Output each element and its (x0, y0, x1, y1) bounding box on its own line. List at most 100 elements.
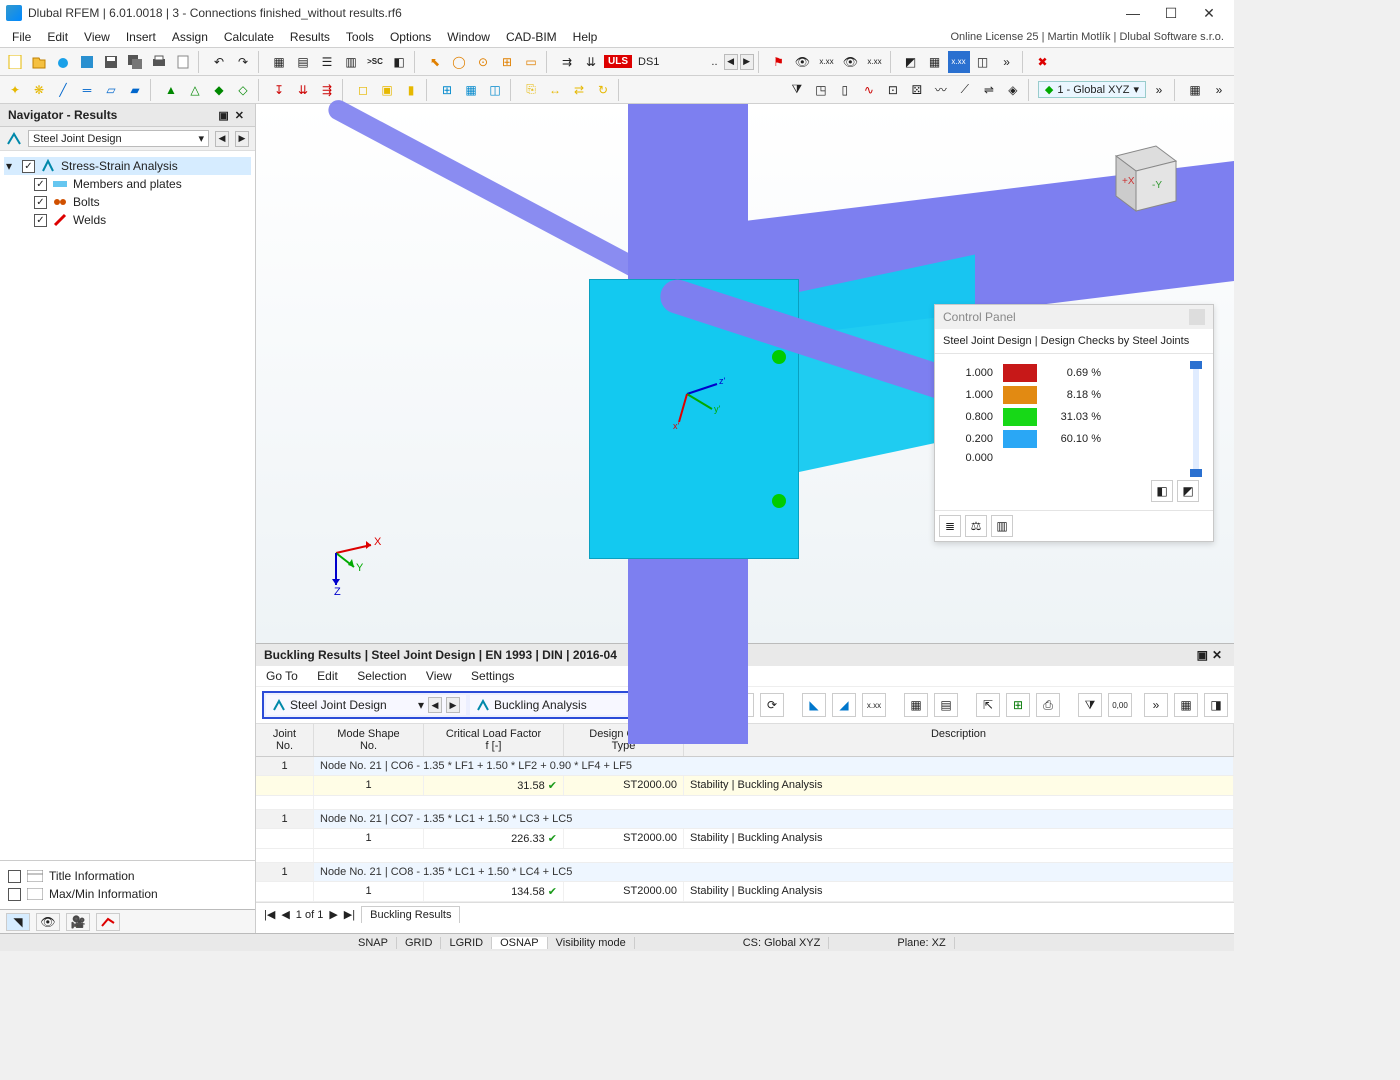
results-menu-goto[interactable]: Go To (266, 669, 298, 683)
diagram2-icon[interactable]: ⊡ (882, 79, 904, 101)
results-menu-settings[interactable]: Settings (471, 669, 514, 683)
status-visibility[interactable]: Visibility mode (548, 937, 635, 949)
equals-icon[interactable]: ⇌ (978, 79, 1000, 101)
tree-item-bolts[interactable]: Bolts (4, 193, 251, 211)
tree-check-members[interactable] (34, 178, 47, 191)
tb-export-icon[interactable]: ⇱ (976, 693, 1000, 717)
title-info-row[interactable]: Title Information (6, 867, 249, 885)
results-tab[interactable]: Buckling Results (361, 906, 460, 923)
report-icon[interactable] (172, 51, 194, 73)
palette-icon[interactable]: ▦ (1184, 79, 1206, 101)
mesh2-icon[interactable]: ▦ (460, 79, 482, 101)
menu-tools[interactable]: Tools (338, 28, 382, 46)
copy-icon[interactable]: ⎘ (520, 79, 542, 101)
tb-xxx-icon[interactable]: x.xx (862, 693, 886, 717)
menu-window[interactable]: Window (439, 28, 498, 46)
menu-cadbim[interactable]: CAD-BIM (498, 28, 565, 46)
save-all-icon[interactable] (124, 51, 146, 73)
support2-icon[interactable]: △ (184, 79, 206, 101)
tb-table-icon[interactable]: ▦ (904, 693, 928, 717)
select-related-icon[interactable]: ⊞ (496, 51, 518, 73)
col-mode[interactable]: Mode Shape No. (314, 724, 424, 756)
menu-insert[interactable]: Insert (118, 28, 164, 46)
hinge-icon[interactable]: ◆ (208, 79, 230, 101)
panel-icon[interactable]: ◧ (388, 51, 410, 73)
more1-icon[interactable]: » (996, 51, 1018, 73)
tree-root-checkbox[interactable] (22, 160, 35, 173)
grid-icon[interactable]: ▥ (340, 51, 362, 73)
table-row[interactable]: 1 Node No. 21 | CO6 - 1.35 * LF1 + 1.50 … (256, 757, 1234, 776)
cancel-calc-icon[interactable]: ✖ (1032, 51, 1054, 73)
render-icon[interactable]: x.xx (948, 51, 970, 73)
tree-item-members[interactable]: Members and plates (4, 175, 251, 193)
menu-assign[interactable]: Assign (164, 28, 216, 46)
nav-tab-results[interactable] (96, 913, 120, 931)
status-lgrid[interactable]: LGRID (441, 937, 492, 949)
results-menu-view[interactable]: View (426, 669, 452, 683)
list-icon[interactable]: ☰ (316, 51, 338, 73)
menu-calculate[interactable]: Calculate (216, 28, 282, 46)
maxmin-info-checkbox[interactable] (8, 888, 21, 901)
open-file-icon[interactable] (28, 51, 50, 73)
mirror-icon[interactable]: ⇄ (568, 79, 590, 101)
colors-icon[interactable]: ▦ (924, 51, 946, 73)
viewport-3d[interactable]: z' y' x' X Y Z +X (256, 104, 1234, 643)
wave-icon[interactable]: 〰 (930, 79, 952, 101)
table-row[interactable]: 1 31.58 ✔ ST2000.00 Stability | Buckling… (256, 776, 1234, 796)
probe-icon[interactable]: ◈ (1002, 79, 1024, 101)
menu-options[interactable]: Options (382, 28, 439, 46)
tb-show-result-icon[interactable]: ◣ (802, 693, 826, 717)
dd-a-prev[interactable]: ◀ (428, 697, 442, 713)
tree-check-welds[interactable] (34, 214, 47, 227)
cp-tab-filter-icon[interactable]: ▥ (991, 515, 1013, 537)
surface-icon[interactable]: ▱ (100, 79, 122, 101)
more3-icon[interactable]: » (1208, 79, 1230, 101)
cloud-icon[interactable] (52, 51, 74, 73)
select-lasso-icon[interactable]: ◯ (448, 51, 470, 73)
eye-loads-icon[interactable]: 👁 (792, 51, 814, 73)
results-menu-edit[interactable]: Edit (317, 669, 338, 683)
tree-check-bolts[interactable] (34, 196, 47, 209)
nav-tab-eye[interactable]: 👁 (36, 913, 60, 931)
status-grid[interactable]: GRID (397, 937, 442, 949)
design-situation[interactable]: DS1 (634, 56, 663, 68)
pager-first[interactable]: |◀ (264, 908, 275, 921)
nav-tab-camera[interactable]: 🎥 (66, 913, 90, 931)
pager-prev[interactable]: ◀ (281, 908, 289, 921)
table-icon[interactable]: ▦ (268, 51, 290, 73)
tb-decimals-icon[interactable]: 0,00 (1108, 693, 1132, 717)
nav-cube[interactable]: +X -Y (1096, 126, 1192, 222)
script-icon[interactable]: >SC (364, 51, 386, 73)
tb-table2-icon[interactable]: ▤ (934, 693, 958, 717)
block-manager-icon[interactable] (76, 51, 98, 73)
eye2-icon[interactable]: 👁 (840, 51, 862, 73)
results-dd-addon[interactable]: Steel Joint Design▾ ◀ ▶ (266, 695, 466, 715)
redo-icon[interactable]: ↷ (232, 51, 254, 73)
tb-extra2-icon[interactable]: ◨ (1204, 693, 1228, 717)
dice-icon[interactable]: ⚄ (906, 79, 928, 101)
col-desc[interactable]: Description (684, 724, 1234, 756)
print-icon[interactable] (148, 51, 170, 73)
flag-icon[interactable]: ⚑ (768, 51, 790, 73)
mesh-icon[interactable]: ⊞ (436, 79, 458, 101)
tree-root-stress-strain[interactable]: ▾ Stress-Strain Analysis (4, 157, 251, 175)
status-osnap[interactable]: OSNAP (492, 937, 548, 949)
nav-next[interactable]: ▶ (235, 131, 249, 147)
menu-help[interactable]: Help (565, 28, 606, 46)
load1-icon[interactable]: ↧ (268, 79, 290, 101)
menu-file[interactable]: File (4, 28, 39, 46)
table-row[interactable]: 1 226.33 ✔ ST2000.00 Stability | Bucklin… (256, 829, 1234, 849)
node-icon[interactable]: ✦ (4, 79, 26, 101)
cp-tab-scale-icon[interactable]: ⚖ (965, 515, 987, 537)
control-panel-close-icon[interactable] (1189, 309, 1205, 325)
ds-next[interactable]: ▶ (740, 54, 754, 70)
tb-excel-icon[interactable]: ⊞ (1006, 693, 1030, 717)
legend-slider[interactable] (1193, 364, 1199, 474)
more2-icon[interactable]: » (1148, 79, 1170, 101)
menu-results[interactable]: Results (282, 28, 338, 46)
col-joint[interactable]: Joint No. (256, 724, 314, 756)
legend-tool-1-icon[interactable]: ◧ (1151, 480, 1173, 502)
ds-ellipsis[interactable]: .. (707, 56, 721, 68)
maximize-button[interactable]: ☐ (1152, 5, 1190, 22)
view-side-icon[interactable]: ▯ (834, 79, 856, 101)
